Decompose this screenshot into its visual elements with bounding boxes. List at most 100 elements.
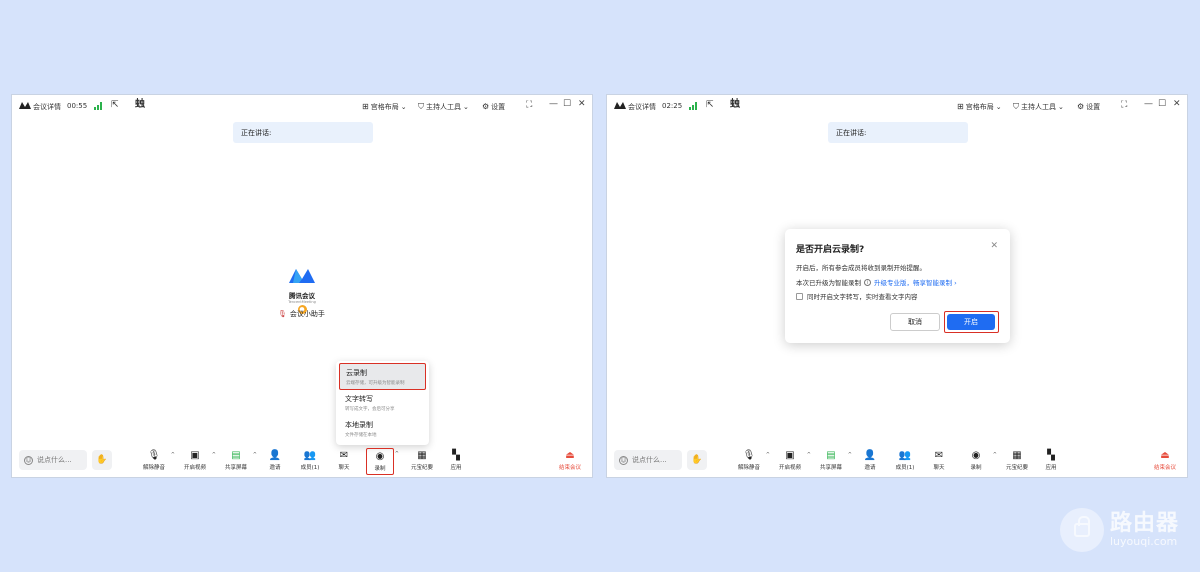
record-icon: ◉ <box>375 451 385 462</box>
close-icon[interactable]: ✕ <box>578 100 586 109</box>
router-lock-icon <box>1060 508 1104 552</box>
end-meeting-button[interactable]: ⏏ 结束会议 <box>555 450 585 471</box>
chat-button[interactable]: ✉ 聊天 <box>924 450 954 471</box>
invite-icon: 👤 <box>268 450 282 461</box>
chat-input[interactable]: ☺ 说点什么... <box>614 450 682 470</box>
maximize-icon[interactable]: ☐ <box>563 100 571 109</box>
bottom-toolbar: ☺ 说点什么... ✋ 🎙 解除静音 ^ ▣ 开启视频 ^ ▤ 共享屏幕 ^ 👤 邀请 👥 成员(… <box>12 443 592 477</box>
grid-layout-button[interactable]: ⊞ 宫格布局 ⌄ <box>957 102 1002 112</box>
invite-icon: 👤 <box>863 450 877 461</box>
apps-button[interactable]: ▚ 应用 <box>1036 450 1066 471</box>
chevron-down-icon: ⌄ <box>995 103 1002 111</box>
chevron-up-icon[interactable]: ^ <box>807 452 811 458</box>
start-video-button[interactable]: ▣ 开启视频 ^ <box>180 450 216 471</box>
mic-off-icon: 🎙 <box>742 450 756 461</box>
members-button[interactable]: 👥 成员(1) <box>295 450 325 471</box>
yuanbao-notes-button[interactable]: ▦ 元宝纪要 <box>407 450 437 471</box>
share-screen-button[interactable]: ▤ 共享屏幕 ^ <box>221 450 257 471</box>
chevron-up-icon[interactable]: ^ <box>993 452 997 458</box>
signal-icon <box>689 102 697 110</box>
menu-item-cloud-record[interactable]: 云录制 云端存储，可升级为智能录制 <box>339 363 426 390</box>
members-button[interactable]: 👥 成员(1) <box>890 450 920 471</box>
yuanbao-icon[interactable]: 䖵 <box>730 100 740 110</box>
cancel-button[interactable]: 取消 <box>890 313 940 331</box>
settings-button[interactable]: ⚙ 设置 <box>482 102 505 112</box>
tencent-meeting-brand-icon <box>289 269 315 283</box>
meeting-details-link[interactable]: 会议详情 <box>33 102 61 112</box>
meeting-timer: 00:55 <box>67 102 88 110</box>
yuanbao-icon[interactable]: 䖵 <box>135 100 145 110</box>
transcribe-checkbox-row[interactable]: 同时开启文字转写，实时查看文字内容 <box>796 291 918 301</box>
dialog-message: 开启后，所有参会成员将收到录制开始提醒。 <box>796 264 926 272</box>
record-button[interactable]: ◉ 录制 ^ <box>961 450 997 471</box>
exit-icon: ⏏ <box>565 450 575 461</box>
minimize-icon[interactable]: — <box>549 100 558 109</box>
settings-button[interactable]: ⚙ 设置 <box>1077 102 1100 112</box>
yuanbao-notes-button[interactable]: ▦ 元宝纪要 <box>1002 450 1032 471</box>
close-icon[interactable]: ✕ <box>1173 100 1181 109</box>
chat-icon: ✉ <box>934 450 944 461</box>
hand-icon: ✋ <box>96 455 108 465</box>
chevron-up-icon[interactable]: ^ <box>766 452 770 458</box>
meeting-timer: 02:25 <box>662 102 683 110</box>
chevron-up-icon[interactable]: ^ <box>253 452 257 458</box>
title-bar: 会议详情 02:25 ⇱ 䖵 ⊞ 宫格布局 ⌄ ⛉ 主持人工具 ⌄ ⚙ 设置 ⛶ — ☐ … <box>607 95 1187 117</box>
share-out-icon[interactable]: ⇱ <box>111 101 119 110</box>
shield-icon: ⛉ <box>1013 102 1019 111</box>
chevron-up-icon[interactable]: ^ <box>848 452 852 458</box>
start-video-button[interactable]: ▣ 开启视频 ^ <box>775 450 811 471</box>
apps-icon: ▚ <box>452 450 460 461</box>
apps-button[interactable]: ▚ 应用 <box>441 450 471 471</box>
share-screen-icon: ▤ <box>231 450 241 461</box>
raise-hand-button[interactable]: ✋ <box>687 450 707 470</box>
invite-button[interactable]: 👤 邀请 <box>855 450 885 471</box>
share-out-icon[interactable]: ⇱ <box>706 101 714 110</box>
record-menu: 云录制 云端存储，可升级为智能录制 文字转写 转写成文字，会后可分享 本地录制 … <box>336 361 429 445</box>
gear-icon: ⚙ <box>1077 102 1085 111</box>
raise-hand-button[interactable]: ✋ <box>92 450 112 470</box>
host-tools-button[interactable]: ⛉ 主持人工具 ⌄ <box>1013 102 1064 112</box>
chevron-down-icon: ⌄ <box>463 103 469 111</box>
close-icon[interactable]: ✕ <box>990 241 998 251</box>
minimize-icon[interactable]: — <box>1144 100 1153 109</box>
gear-icon: ⚙ <box>482 102 490 111</box>
fullscreen-icon[interactable]: ⛶ <box>526 101 532 110</box>
chat-input[interactable]: ☺ 说点什么... <box>19 450 87 470</box>
transcribe-checkbox[interactable] <box>796 292 803 300</box>
camera-off-icon: ▣ <box>785 450 795 461</box>
emoji-icon: ☺ <box>619 455 628 465</box>
host-tools-button[interactable]: ⛉ 主持人工具 ⌄ <box>418 102 469 112</box>
chat-button[interactable]: ✉ 聊天 <box>329 450 359 471</box>
grid-layout-button[interactable]: ⊞ 宫格布局 ⌄ <box>362 102 407 112</box>
speaking-indicator: 正在讲话: <box>828 122 968 143</box>
share-screen-icon: ▤ <box>826 450 836 461</box>
chevron-up-icon[interactable]: ^ <box>212 452 216 458</box>
chevron-up-icon[interactable]: ^ <box>171 452 175 458</box>
speaking-indicator: 正在讲话: <box>233 122 373 143</box>
apps-icon: ▚ <box>1047 450 1055 461</box>
info-icon[interactable]: i <box>864 278 871 286</box>
invite-button[interactable]: 👤 邀请 <box>260 450 290 471</box>
tencent-meeting-logo-icon <box>19 102 31 109</box>
unmute-button[interactable]: 🎙 解除静音 ^ <box>139 450 175 471</box>
upgrade-link[interactable]: 升级专业版，畅享智能录制 › <box>874 277 957 287</box>
chevron-up-icon[interactable]: ^ <box>395 451 399 457</box>
menu-item-transcribe[interactable]: 文字转写 转写成文字，会后可分享 <box>339 390 426 417</box>
title-bar: 会议详情 00:55 ⇱ 䖵 ⊞ 宫格布局 ⌄ ⛉ 主持人工具 ⌄ ⚙ 设置 ⛶ — ☐ … <box>12 95 592 117</box>
emoji-icon: ☺ <box>24 455 33 465</box>
tencent-meeting-logo-icon <box>614 102 626 109</box>
fullscreen-icon[interactable]: ⛶ <box>1121 101 1127 110</box>
unmute-button[interactable]: 🎙 解除静音 ^ <box>734 450 770 471</box>
hand-icon: ✋ <box>691 455 703 465</box>
confirm-button[interactable]: 开启 <box>947 313 995 330</box>
bottom-toolbar: ☺ 说点什么... ✋ 🎙 解除静音 ^ ▣ 开启视频 ^ ▤ 共享屏幕 ^ 👤 邀请 👥 成员(… <box>607 443 1187 477</box>
participant-name: 🎙 会议小助手 <box>278 310 325 318</box>
meeting-details-link[interactable]: 会议详情 <box>628 102 656 112</box>
notes-icon: ▦ <box>417 450 427 461</box>
maximize-icon[interactable]: ☐ <box>1158 100 1166 109</box>
end-meeting-button[interactable]: ⏏ 结束会议 <box>1150 450 1180 471</box>
record-button[interactable]: ◉ 录制 ^ <box>366 448 399 475</box>
record-icon: ◉ <box>971 450 981 461</box>
share-screen-button[interactable]: ▤ 共享屏幕 ^ <box>816 450 852 471</box>
menu-item-local-record[interactable]: 本地录制 文件存储在本地 <box>339 416 426 443</box>
